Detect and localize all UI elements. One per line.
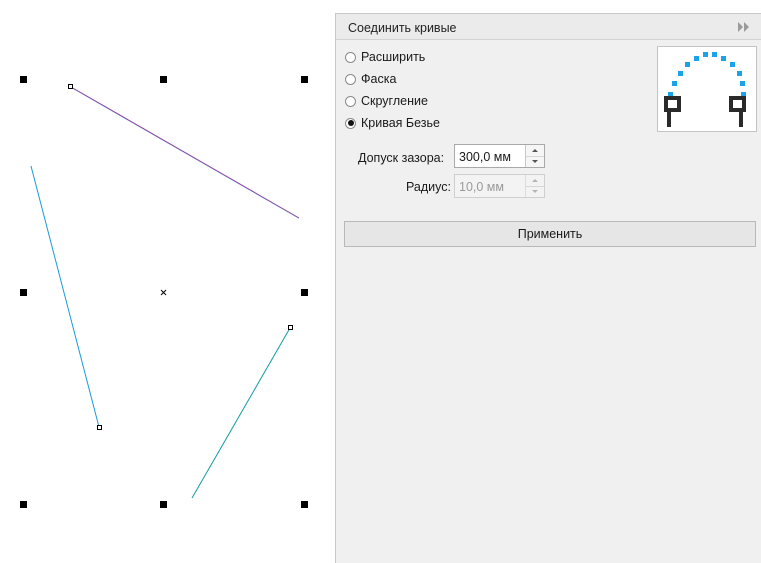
radio-bezier[interactable]	[345, 117, 356, 129]
option-chamfer[interactable]: Фаска	[345, 70, 396, 88]
panel-header: Соединить кривые	[336, 14, 761, 40]
option-label: Расширить	[361, 50, 426, 64]
spin-down-icon[interactable]	[526, 156, 544, 167]
join-preview	[657, 46, 757, 132]
curve-top-overlay	[70, 87, 300, 219]
selection-handle-top-center[interactable]	[160, 76, 167, 83]
node-handle[interactable]	[68, 84, 73, 89]
option-fillet[interactable]: Скругление	[345, 92, 428, 110]
spin-down-icon	[532, 190, 538, 193]
selection-handle-top-left[interactable]	[20, 76, 27, 83]
selection-handle-middle-left[interactable]	[20, 289, 27, 296]
selection-center-icon[interactable]	[160, 289, 167, 296]
option-bezier[interactable]: Кривая Безье	[345, 114, 440, 132]
radius-label: Радиус:	[406, 180, 451, 194]
spin-buttons	[525, 175, 544, 197]
node-handle[interactable]	[97, 425, 102, 430]
option-label: Фаска	[361, 72, 397, 86]
curve-left[interactable]	[30, 165, 100, 428]
canvas-drawing	[20, 76, 308, 508]
gap-tolerance-label: Допуск зазора:	[358, 151, 445, 165]
radius-value: 10,0 мм	[459, 180, 504, 194]
radio-fillet[interactable]	[345, 95, 356, 107]
gap-tolerance-spinbox[interactable]: 300,0 мм	[454, 144, 545, 168]
join-curves-docker: Соединить кривые Расширить Фаска Скругле…	[335, 13, 761, 563]
panel-title: Соединить кривые	[348, 21, 457, 35]
radio-extend[interactable]	[345, 51, 356, 63]
selection-handle-bottom-center[interactable]	[160, 501, 167, 508]
radius-spinbox[interactable]: 10,0 мм	[454, 174, 545, 198]
option-extend[interactable]: Расширить	[345, 48, 425, 66]
apply-button[interactable]: Применить	[344, 221, 756, 247]
curve-top[interactable]	[70, 86, 300, 219]
selection-handle-bottom-right[interactable]	[301, 501, 308, 508]
node-handle[interactable]	[288, 325, 293, 330]
option-label: Скругление	[361, 94, 428, 108]
selection-handle-bottom-left[interactable]	[20, 501, 27, 508]
curve-right[interactable]	[191, 327, 291, 499]
spin-buttons	[525, 145, 544, 167]
bezier-join-preview-icon	[664, 52, 746, 127]
double-chevron-right-icon[interactable]	[737, 21, 751, 33]
option-label: Кривая Безье	[361, 116, 440, 130]
selection-handle-middle-right[interactable]	[301, 289, 308, 296]
radio-chamfer[interactable]	[345, 73, 356, 85]
gap-tolerance-value[interactable]: 300,0 мм	[459, 150, 511, 164]
selection-handle-top-right[interactable]	[301, 76, 308, 83]
drawing-canvas[interactable]	[0, 0, 335, 563]
